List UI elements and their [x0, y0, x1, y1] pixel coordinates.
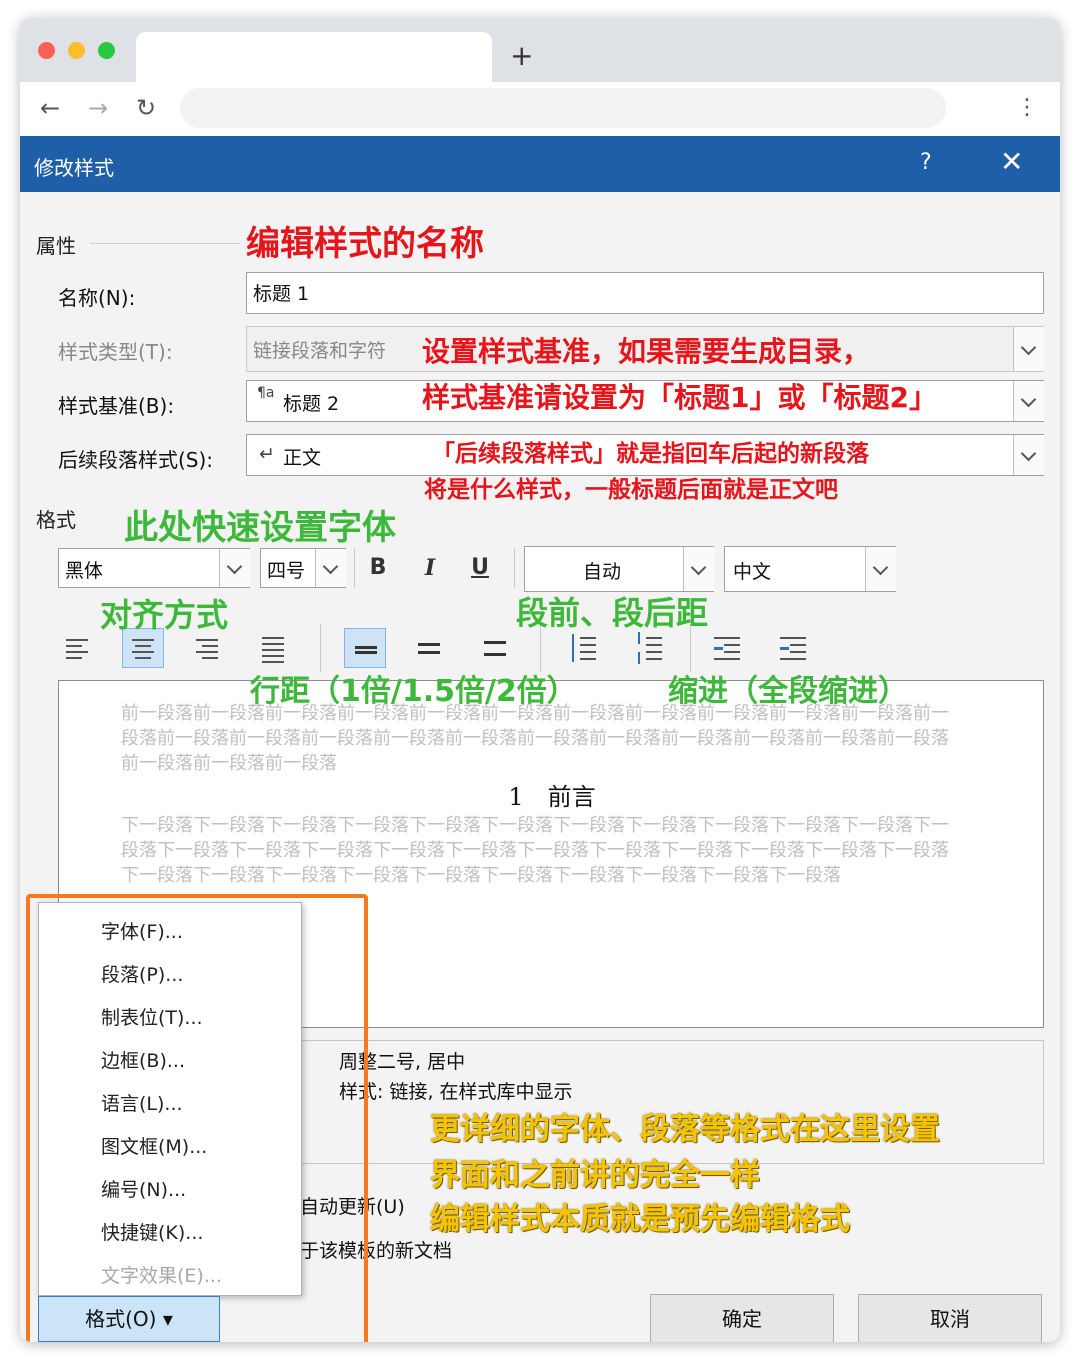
annotation-name: 编辑样式的名称	[246, 224, 484, 264]
format-highlight-frame	[26, 894, 368, 1342]
annotation-spacing: 段前、段后距	[516, 594, 709, 632]
browser-menu-icon[interactable]: ⋮	[1016, 92, 1038, 124]
chevron-down-icon[interactable]	[1013, 435, 1044, 475]
style-type-label: 样式类型(T):	[58, 340, 173, 364]
font-color-value: 自动	[583, 561, 622, 583]
help-icon[interactable]: ?	[920, 150, 932, 175]
annotation-line-spacing: 行距（1倍/1.5倍/2倍）	[250, 674, 577, 709]
double-spacing-icon[interactable]	[474, 628, 516, 668]
one-half-spacing-icon[interactable]	[408, 628, 450, 668]
ok-button[interactable]: 确定	[650, 1294, 834, 1342]
toolbar-divider	[514, 548, 515, 588]
preview-heading: 1 前言	[508, 783, 596, 811]
annotation-detail-1: 更详细的字体、段落等格式在这里设置	[430, 1112, 940, 1147]
dialog-title-bar: 修改样式 ? ✕	[20, 136, 1060, 192]
chevron-down-icon[interactable]	[865, 547, 896, 591]
decrease-paragraph-spacing-icon[interactable]	[628, 628, 670, 668]
close-window-dot[interactable]	[38, 42, 55, 59]
underline-button[interactable]: U	[460, 548, 500, 588]
style-based-on-value: 标题 2	[283, 393, 340, 415]
italic-button[interactable]: I	[410, 548, 450, 588]
annotation-detail-3: 编辑样式本质就是预先编辑格式	[430, 1202, 850, 1237]
chevron-down-icon[interactable]	[683, 547, 714, 591]
cancel-button[interactable]: 取消	[858, 1294, 1042, 1342]
decrease-indent-icon[interactable]	[706, 628, 748, 668]
name-input-value: 标题 1	[253, 283, 310, 305]
modify-style-dialog: 属性 名称(N): 标题 1 样式类型(T): 链接段落和字符 样式基准(B):…	[20, 192, 1060, 1342]
maximize-window-dot[interactable]	[98, 42, 115, 59]
annotation-indent: 缩进（全段缩进）	[668, 674, 908, 709]
chevron-down-icon[interactable]	[219, 549, 250, 587]
annotation-next-2: 将是什么样式，一般标题后面就是正文吧	[424, 477, 838, 503]
back-icon[interactable]: ←	[40, 92, 60, 124]
toolbar-divider	[354, 548, 355, 588]
minimize-window-dot[interactable]	[68, 42, 85, 59]
font-size-value: 四号	[267, 560, 306, 582]
increase-indent-icon[interactable]	[772, 628, 814, 668]
preview-previous-paragraph: 前一段落前一段落前一段落前一段落前一段落前一段落前一段落前一段落前一段落前一段落…	[121, 703, 949, 774]
properties-section-title: 属性	[36, 234, 76, 258]
style-based-on-label: 样式基准(B):	[58, 394, 175, 418]
tab-bar: +	[20, 18, 1060, 84]
return-icon: ↵	[259, 443, 275, 465]
new-tab-icon[interactable]: +	[510, 38, 533, 74]
browser-tab[interactable]	[136, 32, 492, 84]
browser-window: + ← → ↻ ⋮ 修改样式 ? ✕ 属性 名称(N): 标题 1 样式类型(T…	[20, 18, 1060, 1342]
preview-next-paragraph: 下一段落下一段落下一段落下一段落下一段落下一段落下一段落下一段落下一段落下一段落…	[121, 815, 949, 886]
annotation-detail-2: 界面和之前讲的完全一样	[430, 1158, 760, 1193]
align-left-icon[interactable]	[56, 628, 98, 668]
font-value: 黑体	[65, 560, 104, 582]
annotation-font: 此处快速设置字体	[124, 508, 396, 548]
properties-divider	[90, 243, 240, 244]
chevron-down-icon[interactable]	[315, 549, 346, 587]
font-select[interactable]: 黑体	[58, 548, 250, 588]
close-icon[interactable]: ✕	[1000, 146, 1023, 178]
name-label: 名称(N):	[58, 286, 136, 310]
paragraph-style-icon: ¶a	[257, 385, 275, 401]
reload-icon[interactable]: ↻	[136, 92, 156, 124]
next-paragraph-value: 正文	[283, 447, 322, 469]
justify-icon[interactable]	[252, 628, 294, 668]
browser-toolbar: ← → ↻ ⋮	[20, 82, 1060, 136]
increase-paragraph-spacing-icon[interactable]	[562, 628, 604, 668]
forward-icon[interactable]: →	[88, 92, 108, 124]
description-line-2: 样式: 链接, 在样式库中显示	[339, 1081, 573, 1103]
name-input[interactable]: 标题 1	[246, 272, 1044, 314]
address-bar[interactable]	[180, 88, 946, 128]
format-section-title: 格式	[36, 508, 76, 532]
language-value: 中文	[733, 561, 772, 583]
font-color-select[interactable]: 自动	[524, 546, 714, 592]
annotation-next-1: 「后续段落样式」就是指回车后起的新段落	[432, 441, 869, 467]
bold-button[interactable]: B	[358, 548, 398, 588]
language-select[interactable]: 中文	[724, 546, 896, 592]
chevron-down-icon[interactable]	[1013, 327, 1044, 371]
dialog-title: 修改样式	[34, 156, 114, 180]
annotation-base-1: 设置样式基准，如果需要生成目录，	[422, 335, 871, 368]
annotation-base-2: 样式基准请设置为「标题1」或「标题2」	[422, 381, 937, 414]
font-size-select[interactable]: 四号	[260, 548, 346, 588]
style-type-value: 链接段落和字符	[253, 340, 387, 362]
annotation-align: 对齐方式	[100, 596, 229, 634]
single-spacing-icon[interactable]	[344, 628, 386, 668]
chevron-down-icon[interactable]	[1013, 381, 1044, 421]
toolbar-divider	[320, 624, 321, 672]
next-paragraph-label: 后续段落样式(S):	[58, 448, 214, 472]
